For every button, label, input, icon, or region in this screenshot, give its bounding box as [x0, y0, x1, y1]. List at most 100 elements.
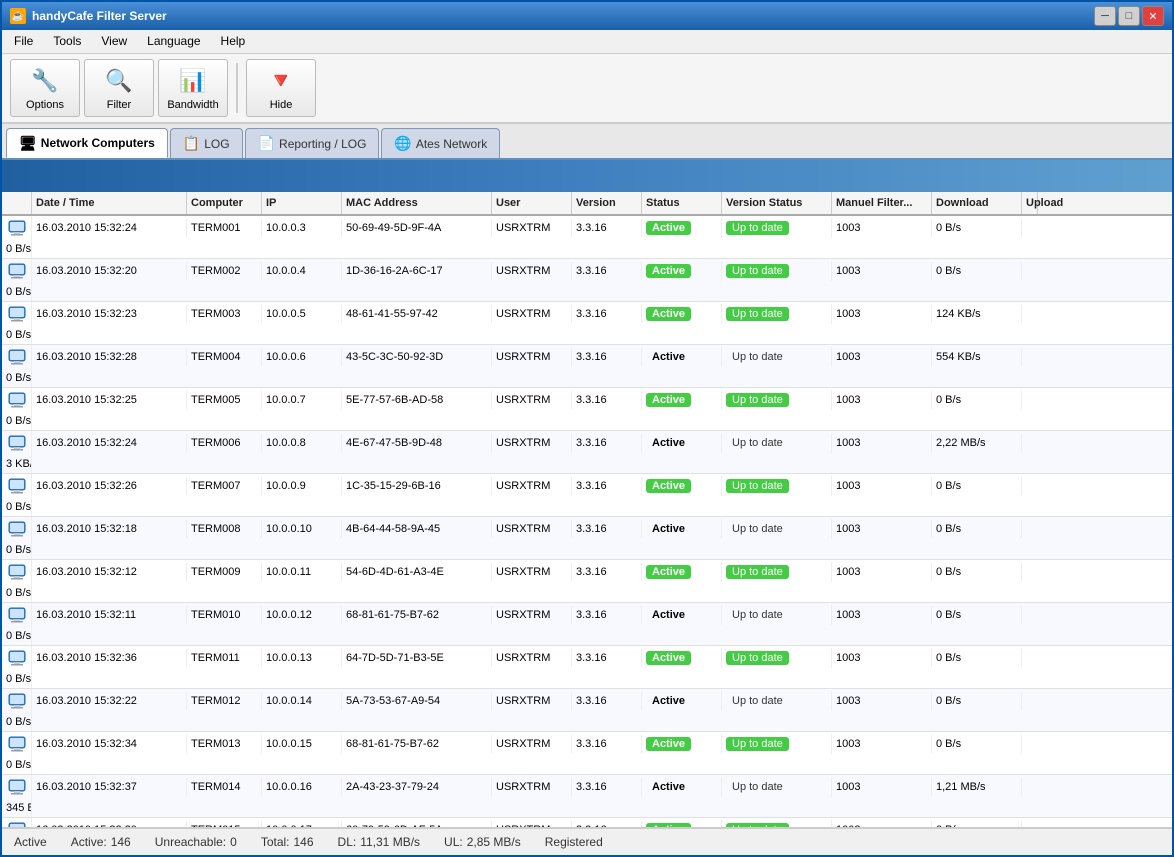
table-row[interactable]: 16.03.2010 15:32:12 TERM009 10.0.0.11 54…: [2, 560, 1172, 603]
row-datetime: 16.03.2010 15:32:12: [32, 563, 187, 581]
table-row[interactable]: 16.03.2010 15:32:26 TERM007 10.0.0.9 1C-…: [2, 474, 1172, 517]
row-manuel: 1003: [832, 262, 932, 280]
row-download: 0 B/s: [932, 563, 1022, 581]
table-row[interactable]: 16.03.2010 15:32:36 TERM011 10.0.0.13 64…: [2, 646, 1172, 689]
row-icon: [2, 517, 32, 541]
col-download: Download: [932, 192, 1022, 214]
row-status: Active: [642, 777, 722, 797]
col-mac: MAC Address: [342, 192, 492, 214]
table-row[interactable]: 16.03.2010 15:32:25 TERM005 10.0.0.7 5E-…: [2, 388, 1172, 431]
menu-help[interactable]: Help: [213, 32, 254, 51]
row-version-status: Up to date: [722, 605, 832, 625]
main-window: ☕ handyCafe Filter Server ─ □ ✕ File Too…: [0, 0, 1174, 857]
table-row[interactable]: 16.03.2010 15:32:11 TERM010 10.0.0.12 68…: [2, 603, 1172, 646]
table-row[interactable]: 16.03.2010 15:32:34 TERM013 10.0.0.15 68…: [2, 732, 1172, 775]
table-row[interactable]: 16.03.2010 15:32:37 TERM014 10.0.0.16 2A…: [2, 775, 1172, 818]
table-row[interactable]: 16.03.2010 15:32:28 TERM004 10.0.0.6 43-…: [2, 345, 1172, 388]
options-icon: 🔧: [29, 65, 61, 97]
row-mac: 64-7D-5D-71-B3-5E: [342, 649, 492, 667]
table-row[interactable]: 16.03.2010 15:32:20 TERM002 10.0.0.4 1D-…: [2, 259, 1172, 302]
tab-reporting-log[interactable]: 📄 Reporting / LOG: [245, 128, 380, 158]
row-icon: [2, 775, 32, 799]
menu-view[interactable]: View: [93, 32, 135, 51]
ul-item: UL: 2,85 MB/s: [444, 835, 521, 849]
row-download: 0 B/s: [932, 262, 1022, 280]
row-version-status: Up to date: [722, 304, 832, 324]
row-manuel: 1003: [832, 563, 932, 581]
row-icon: [2, 388, 32, 412]
row-download: 0 B/s: [932, 520, 1022, 538]
hide-label: Hide: [270, 99, 293, 111]
close-button[interactable]: ✕: [1142, 6, 1164, 26]
table-row[interactable]: 16.03.2010 15:32:24 TERM006 10.0.0.8 4E-…: [2, 431, 1172, 474]
row-upload: 0 B/s: [2, 670, 32, 688]
row-version: 3.3.16: [572, 477, 642, 495]
menu-file[interactable]: File: [6, 32, 41, 51]
status-active-item: Active: [14, 835, 47, 849]
row-datetime: 16.03.2010 15:32:26: [32, 477, 187, 495]
table-row[interactable]: 16.03.2010 15:32:30 TERM015 10.0.0.17 60…: [2, 818, 1172, 827]
app-icon: ☕: [10, 8, 26, 24]
row-computer: TERM004: [187, 348, 262, 366]
unreachable-item: Unreachable: 0: [155, 835, 237, 849]
row-status: Active: [642, 691, 722, 711]
row-user: USRXTRM: [492, 434, 572, 452]
tab-ates-network[interactable]: 🌐 Ates Network: [381, 128, 500, 158]
row-computer: TERM007: [187, 477, 262, 495]
row-user: USRXTRM: [492, 692, 572, 710]
col-computer: Computer: [187, 192, 262, 214]
row-download: 1,21 MB/s: [932, 778, 1022, 796]
tab-reporting-log-icon: 📄: [258, 135, 275, 152]
row-mac: 50-69-49-5D-9F-4A: [342, 219, 492, 237]
filter-button[interactable]: 🔍 Filter: [84, 59, 154, 117]
row-computer: TERM010: [187, 606, 262, 624]
title-controls: ─ □ ✕: [1094, 6, 1164, 26]
row-user: USRXTRM: [492, 219, 572, 237]
row-version: 3.3.16: [572, 434, 642, 452]
row-manuel: 1003: [832, 348, 932, 366]
row-download: 2,22 MB/s: [932, 434, 1022, 452]
hide-button[interactable]: 🔻 Hide: [246, 59, 316, 117]
row-ip: 10.0.0.16: [262, 778, 342, 796]
menu-bar: File Tools View Language Help: [2, 30, 1172, 54]
menu-language[interactable]: Language: [139, 32, 208, 51]
row-status: Active: [642, 562, 722, 582]
minimize-button[interactable]: ─: [1094, 6, 1116, 26]
row-ip: 10.0.0.10: [262, 520, 342, 538]
hide-icon: 🔻: [265, 65, 297, 97]
row-version-status: Up to date: [722, 433, 832, 453]
col-version-status: Version Status: [722, 192, 832, 214]
row-icon: [2, 431, 32, 455]
active-label: Active:: [71, 835, 107, 849]
row-status: Active: [642, 648, 722, 668]
row-version-status: Up to date: [722, 390, 832, 410]
row-upload: 0 B/s: [2, 498, 32, 516]
dl-label: DL:: [338, 835, 357, 849]
row-user: USRXTRM: [492, 391, 572, 409]
row-user: USRXTRM: [492, 305, 572, 323]
row-upload: 0 B/s: [2, 713, 32, 731]
col-version: Version: [572, 192, 642, 214]
row-mac: 68-81-61-75-B7-62: [342, 735, 492, 753]
table-row[interactable]: 16.03.2010 15:32:22 TERM012 10.0.0.14 5A…: [2, 689, 1172, 732]
options-button[interactable]: 🔧 Options: [10, 59, 80, 117]
row-version: 3.3.16: [572, 606, 642, 624]
filter-icon: 🔍: [103, 65, 135, 97]
row-status: Active: [642, 433, 722, 453]
table-row[interactable]: 16.03.2010 15:32:24 TERM001 10.0.0.3 50-…: [2, 216, 1172, 259]
row-ip: 10.0.0.15: [262, 735, 342, 753]
col-datetime: Date / Time: [32, 192, 187, 214]
tab-log-label: LOG: [204, 137, 229, 151]
tab-network-computers[interactable]: 🖥 Network Computers: [6, 128, 168, 158]
row-status: Active: [642, 605, 722, 625]
table-row[interactable]: 16.03.2010 15:32:18 TERM008 10.0.0.10 4B…: [2, 517, 1172, 560]
tab-log[interactable]: 📋 LOG: [170, 128, 243, 158]
row-manuel: 1003: [832, 434, 932, 452]
bandwidth-button[interactable]: 📊 Bandwidth: [158, 59, 228, 117]
row-computer: TERM011: [187, 649, 262, 667]
menu-tools[interactable]: Tools: [45, 32, 89, 51]
maximize-button[interactable]: □: [1118, 6, 1140, 26]
row-version: 3.3.16: [572, 262, 642, 280]
row-mac: 48-61-41-55-97-42: [342, 305, 492, 323]
table-row[interactable]: 16.03.2010 15:32:23 TERM003 10.0.0.5 48-…: [2, 302, 1172, 345]
